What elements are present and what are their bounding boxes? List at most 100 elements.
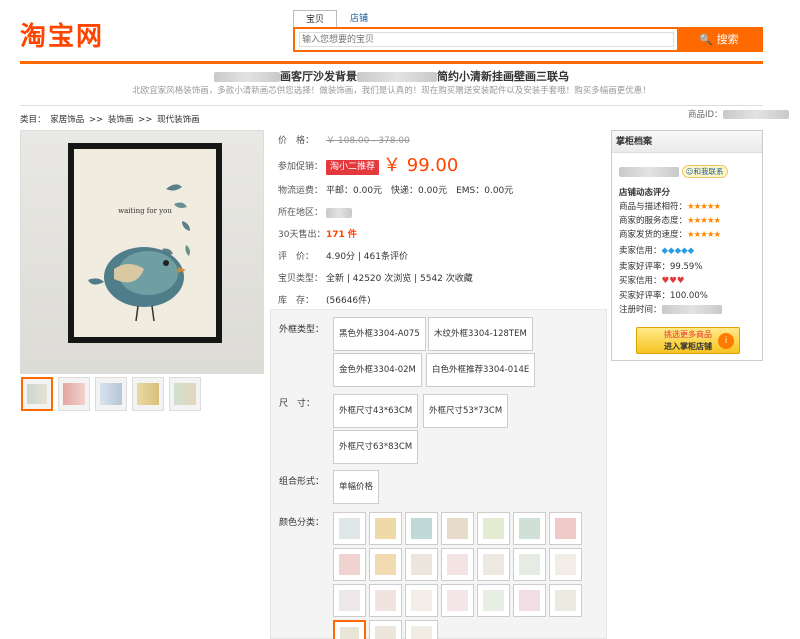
breadcrumb-decor[interactable]: 装饰画 xyxy=(108,115,134,125)
size-label: 尺 寸： xyxy=(279,399,316,409)
type-label: 宝贝类型： xyxy=(278,274,324,284)
title-part-1: 画客厅沙发背景 xyxy=(280,70,357,83)
color-swatch[interactable] xyxy=(369,548,402,581)
product-subtitle: 北欧宜家风格装饰画，多款小清新画芯供您选择！做装饰画，我们是认真的！现在购买赠送… xyxy=(132,86,651,96)
search-input[interactable] xyxy=(299,32,674,47)
breadcrumb-sep: >> xyxy=(88,115,104,125)
promo-row: 参加促销： 淘小二推荐 ￥ 99.00 xyxy=(278,152,606,180)
promo-tag[interactable]: 淘小二推荐 xyxy=(326,159,380,175)
main-product-image[interactable]: waiting for you xyxy=(20,130,264,374)
color-swatch[interactable] xyxy=(333,548,366,581)
thumbnail[interactable] xyxy=(95,377,127,411)
color-swatch[interactable] xyxy=(405,620,438,639)
star-rating-icon: ★★★★★ xyxy=(687,230,721,240)
shipping-row: 物流运费： 平邮：0.00元 快递：0.00元 EMS：0.00元 xyxy=(278,180,606,202)
color-swatch[interactable] xyxy=(333,620,366,639)
price-label: 价 格： xyxy=(278,136,315,146)
option-combo-single[interactable]: 单幅价格 xyxy=(333,470,380,504)
rating-description: 商品与描述相符：★★★★★ xyxy=(619,200,721,212)
title-part-2: 简约小清新挂画壁画三联乌 xyxy=(437,70,569,83)
seller-profile-header: 掌柜档案 xyxy=(612,131,762,153)
product-id: 商品ID： xyxy=(688,108,789,120)
shipping-label: 物流运费： xyxy=(278,186,324,196)
option-frame-black[interactable]: 黑色外框3304-A075 xyxy=(333,317,426,351)
option-size-63x83[interactable]: 外框尺寸63*83CM xyxy=(333,430,419,464)
rating-row: 评 价： 4.90分 | 461条评价 xyxy=(278,246,606,268)
redacted-text xyxy=(326,207,352,218)
thumbnail-strip xyxy=(21,377,201,411)
color-swatch[interactable] xyxy=(369,620,402,639)
rating-shipping-label: 商家发货的速度： xyxy=(619,230,688,240)
rating-shipping: 商家发货的速度：★★★★★ xyxy=(619,228,721,240)
color-swatch[interactable] xyxy=(477,548,510,581)
color-swatch[interactable] xyxy=(513,512,546,545)
shop-icon: i xyxy=(718,333,734,349)
color-swatch[interactable] xyxy=(477,512,510,545)
thumbnail[interactable] xyxy=(132,377,164,411)
frame-type-label: 外框类型： xyxy=(279,325,325,335)
redacted-text xyxy=(357,72,437,82)
promo-label: 参加促销： xyxy=(278,161,324,172)
rating-value[interactable]: 4.90分 | 461条评价 xyxy=(326,252,408,262)
sold-row: 30天售出：171 件 xyxy=(278,224,606,246)
contact-seller-button[interactable]: ☺和我联系 xyxy=(681,165,728,178)
color-swatch[interactable] xyxy=(441,512,474,545)
color-label: 颜色分类： xyxy=(279,518,325,528)
thumbnail[interactable] xyxy=(21,377,53,411)
price-row: 价 格： ￥ 108.00 - 378.00 xyxy=(278,130,606,152)
combo-label: 组合形式： xyxy=(279,477,325,487)
tab-shop[interactable]: 店铺 xyxy=(337,9,381,27)
product-details: 价 格： ￥ 108.00 - 378.00 参加促销： 淘小二推荐 ￥ 99.00 … xyxy=(278,130,606,312)
option-frame-wood[interactable]: 木纹外框3304-128TEM xyxy=(428,317,533,351)
color-swatch[interactable] xyxy=(441,584,474,617)
color-swatch[interactable] xyxy=(549,548,582,581)
option-size-43x63[interactable]: 外框尺寸43*63CM xyxy=(333,394,419,428)
color-swatch[interactable] xyxy=(513,584,546,617)
diamond-icon[interactable]: ◆◆◆◆◆ xyxy=(662,246,695,256)
color-swatch[interactable] xyxy=(405,512,438,545)
shipping-value: 平邮：0.00元 快递：0.00元 EMS：0.00元 xyxy=(326,186,514,196)
dynamic-rating-title: 店铺动态评分 xyxy=(619,188,671,198)
breadcrumb-modern[interactable]: 现代装饰画 xyxy=(157,115,200,125)
taobao-logo[interactable]: 淘宝网 xyxy=(20,16,104,53)
product-id-label: 商品ID： xyxy=(688,110,723,120)
color-swatch[interactable] xyxy=(405,548,438,581)
register-time: 注册时间： xyxy=(619,303,722,315)
buyer-credit: 买家信用：♥♥♥ xyxy=(619,274,684,286)
redacted-text xyxy=(619,166,679,177)
rating-description-label: 商品与描述相符： xyxy=(619,202,688,212)
thumbnail[interactable] xyxy=(58,377,90,411)
option-size-53x73[interactable]: 外框尺寸53*73CM xyxy=(423,394,509,428)
redacted-text xyxy=(722,110,789,119)
heart-icon[interactable]: ♥♥♥ xyxy=(662,276,685,286)
search-button[interactable]: 🔍 搜索 xyxy=(677,29,761,50)
promo-price: ￥ 99.00 xyxy=(383,155,459,176)
color-swatch[interactable] xyxy=(549,584,582,617)
color-swatch[interactable] xyxy=(513,548,546,581)
rating-service: 商家的服务态度：★★★★★ xyxy=(619,214,721,226)
color-swatch[interactable] xyxy=(369,584,402,617)
tab-item[interactable]: 宝贝 xyxy=(293,10,338,28)
option-frame-gold[interactable]: 金色外框3304-02M xyxy=(333,353,422,387)
color-swatch[interactable] xyxy=(333,584,366,617)
color-swatch[interactable] xyxy=(405,584,438,617)
original-price: ￥ 108.00 - 378.00 xyxy=(326,136,410,146)
seller-credit-label: 卖家信用： xyxy=(619,246,662,256)
thumbnail[interactable] xyxy=(169,377,201,411)
type-value: 全新 | 42520 次浏览 | 5542 次收藏 xyxy=(326,274,473,284)
enter-shop-button[interactable]: 挑选更多商品 进入掌柜店铺 i xyxy=(636,327,740,354)
star-rating-icon: ★★★★★ xyxy=(687,216,721,226)
color-swatch[interactable] xyxy=(369,512,402,545)
location-row: 所在地区： xyxy=(278,202,606,224)
search-tabs: 宝贝 店铺 xyxy=(293,9,381,28)
breadcrumb-home[interactable]: 家居饰品 xyxy=(50,115,84,125)
sold-label: 30天售出： xyxy=(278,230,326,240)
color-swatch[interactable] xyxy=(549,512,582,545)
seller-profile: 掌柜档案 ☺和我联系 店铺动态评分 商品与描述相符：★★★★★ 商家的服务态度：… xyxy=(611,130,763,361)
option-frame-white[interactable]: 白色外框推荐3304-014E xyxy=(426,353,536,387)
color-swatch[interactable] xyxy=(477,584,510,617)
buyer-good-rate: 买家好评率：100.00% xyxy=(619,291,708,301)
color-swatch[interactable] xyxy=(441,548,474,581)
color-swatch[interactable] xyxy=(333,512,366,545)
rating-label: 评 价： xyxy=(278,252,315,262)
